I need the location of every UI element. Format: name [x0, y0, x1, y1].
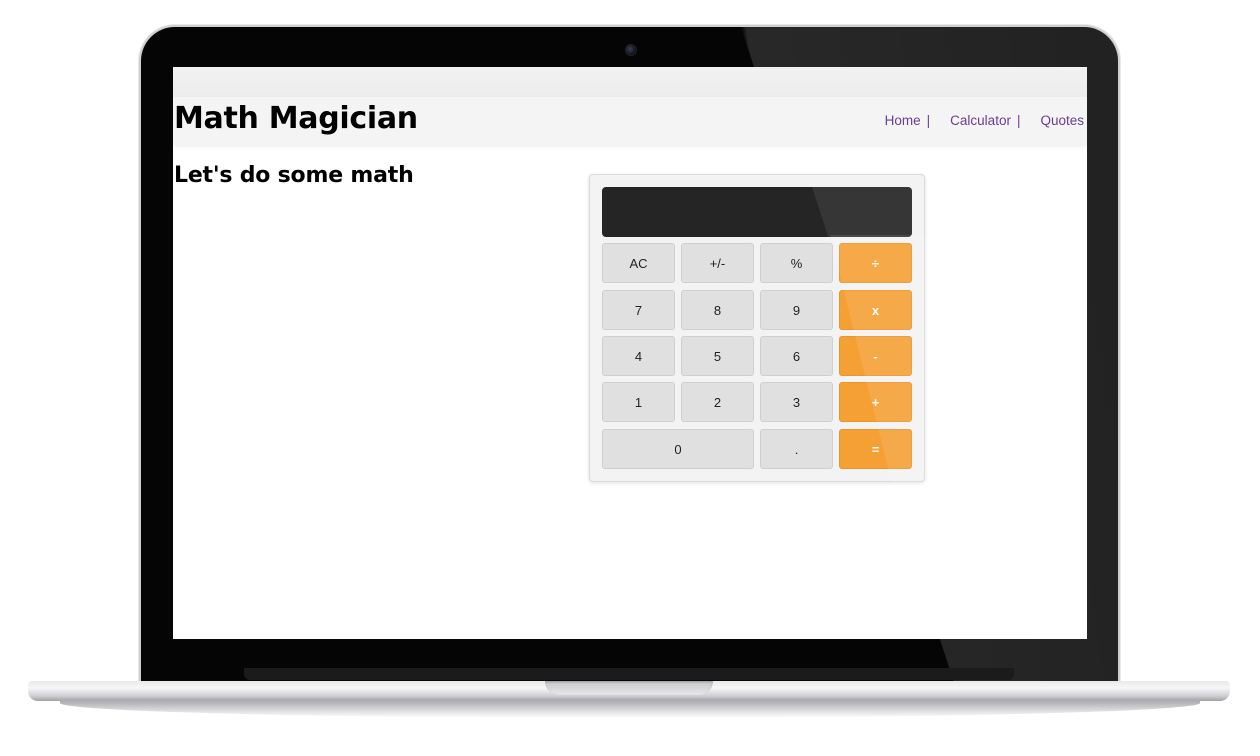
site-logo-title: Math Magician: [174, 101, 418, 136]
key-9[interactable]: 9: [760, 290, 833, 330]
key-8[interactable]: 8: [681, 290, 754, 330]
site-header: Math Magician Home | Calculator | Quotes: [173, 97, 1087, 145]
nav-separator: |: [926, 113, 931, 128]
key-5[interactable]: 5: [681, 336, 754, 376]
calculator-display: [602, 187, 912, 237]
key-0[interactable]: 0: [602, 429, 754, 469]
key-3[interactable]: 3: [760, 382, 833, 422]
key-6[interactable]: 6: [760, 336, 833, 376]
key-decimal[interactable]: .: [760, 429, 833, 469]
key-ac[interactable]: AC: [602, 243, 675, 283]
key-multiply[interactable]: x: [839, 290, 912, 330]
key-4[interactable]: 4: [602, 336, 675, 376]
key-equals[interactable]: =: [839, 429, 912, 469]
key-minus[interactable]: -: [839, 336, 912, 376]
display-reflection: [812, 187, 912, 237]
key-divide[interactable]: ÷: [839, 243, 912, 283]
webcam-icon: [625, 44, 637, 56]
key-1[interactable]: 1: [602, 382, 675, 422]
page-heading: Let's do some math: [174, 163, 414, 188]
nav-link-calculator[interactable]: Calculator: [950, 113, 1011, 128]
key-2[interactable]: 2: [681, 382, 754, 422]
laptop-bottom-bezel: [244, 668, 1014, 680]
nav-link-home[interactable]: Home: [885, 113, 921, 128]
browser-screen: Math Magician Home | Calculator | Quotes…: [173, 67, 1087, 639]
key-sign[interactable]: +/-: [681, 243, 754, 283]
calculator: AC +/- % ÷ 7 8 9 x 4 5 6 - 1 2 3 + 0 . =: [589, 174, 995, 495]
key-percent[interactable]: %: [760, 243, 833, 283]
key-7[interactable]: 7: [602, 290, 675, 330]
key-plus[interactable]: +: [839, 382, 912, 422]
nav-link-quotes[interactable]: Quotes: [1040, 113, 1084, 128]
laptop-hinge-notch: [545, 681, 713, 695]
main-nav: Home | Calculator | Quotes: [885, 113, 1084, 128]
laptop-base-shadow: [60, 700, 1200, 718]
browser-toolbar: [173, 67, 1087, 98]
nav-separator: |: [1016, 113, 1021, 128]
